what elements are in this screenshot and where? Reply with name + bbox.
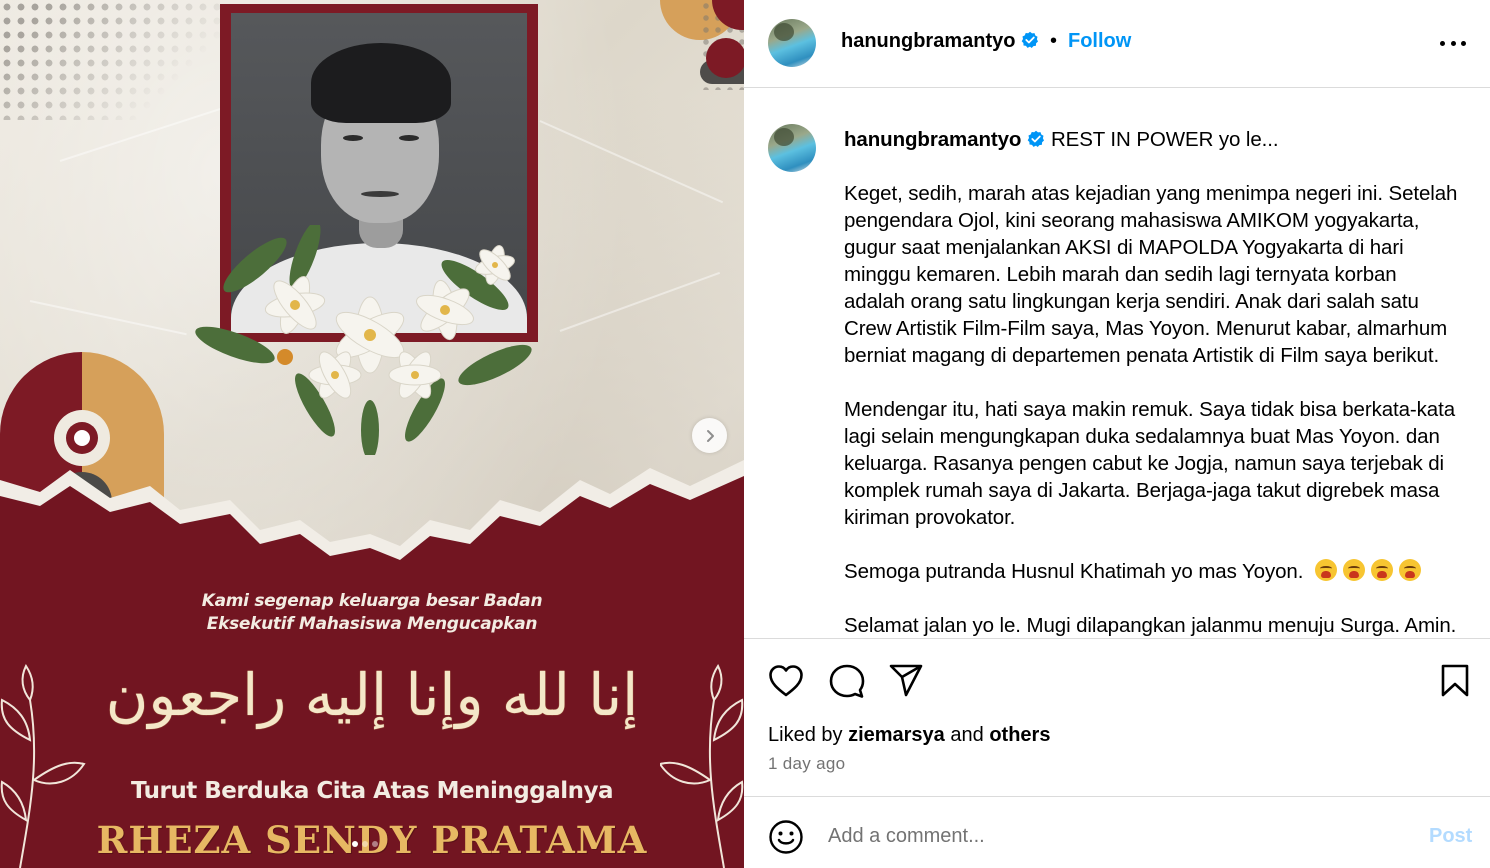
bookmark-icon — [1441, 664, 1469, 697]
header-separator: • — [1050, 30, 1058, 52]
weary-face-emoji-icon — [1398, 559, 1421, 581]
caption-text: hanungbramantyo REST IN POWER yo le... K… — [844, 126, 1484, 638]
caption-scroll-area[interactable]: hanungbramantyo REST IN POWER yo le... K… — [744, 89, 1490, 639]
comment-button[interactable] — [828, 662, 866, 700]
post-image[interactable]: Kami segenap keluarga besar Badan Ekseku… — [0, 0, 744, 868]
arabic-calligraphy: إنا لله وإنا إليه راجعون — [105, 661, 639, 729]
follow-button[interactable]: Follow — [1068, 30, 1131, 53]
post-timestamp[interactable]: 1 day ago — [768, 754, 845, 774]
post-side-panel: hanungbramantyo • Follow hanungbramantyo… — [744, 0, 1490, 868]
caption-line: kiriman provokator. — [844, 506, 1016, 529]
like-button[interactable] — [767, 662, 805, 700]
caption-paragraph-3: Semoga putranda Husnul Khatimah yo mas Y… — [844, 558, 1484, 585]
caption-line: Keget, sedih, marah atas kejadian yang m… — [844, 182, 1458, 205]
caption-line: Selamat jalan yo le. Mugi dilapangkan ja… — [844, 614, 1457, 637]
liked-by-others-link[interactable]: others — [989, 724, 1050, 746]
send-icon — [889, 664, 923, 697]
caption-paragraph-4: Selamat jalan yo le. Mugi dilapangkan ja… — [844, 612, 1484, 638]
greeting-line-1: Kami segenap keluarga besar Badan — [201, 591, 543, 611]
verified-badge-icon — [1028, 130, 1045, 147]
caption-paragraph-2: Mendengar itu, hati saya makin remuk. Sa… — [844, 396, 1484, 531]
heart-icon — [769, 665, 803, 697]
caption-line: pengendara Ojol, kini seorang mahasiswa … — [844, 209, 1420, 232]
caption-line: komplek rumah saya di Jakarta. Berjaga-j… — [844, 479, 1440, 502]
author-avatar[interactable] — [768, 19, 816, 67]
comment-icon — [829, 664, 865, 698]
verified-badge-icon — [1022, 31, 1039, 48]
white-flowers-bouquet — [195, 225, 532, 455]
condolence-text: Turut Berduka Cita Atas Meninggalnya — [130, 778, 614, 804]
halftone-dots-decoration — [0, 0, 230, 120]
likes-and: and — [950, 724, 984, 746]
author-username: hanungbramantyo — [841, 30, 1016, 52]
likes-summary[interactable]: Liked by ziemarsya and others — [768, 724, 1050, 747]
save-button[interactable] — [1436, 662, 1474, 700]
carousel-dot-active — [352, 841, 358, 847]
carousel-dot — [362, 841, 368, 847]
author-username-link[interactable]: hanungbramantyo — [841, 30, 1039, 53]
deceased-name: RHEZA SENDY PRATAMA — [96, 818, 648, 862]
post-header: hanungbramantyo • Follow — [744, 0, 1490, 88]
chevron-right-icon — [706, 429, 714, 442]
caption-line: Mendengar itu, hati saya makin remuk. Sa… — [844, 398, 1455, 421]
share-button[interactable] — [887, 662, 925, 700]
emoji-smile-icon — [769, 820, 803, 854]
caption-paragraph-1: Keget, sedih, marah atas kejadian yang m… — [844, 180, 1484, 369]
post-comment-button[interactable]: Post — [1429, 825, 1472, 848]
comment-input[interactable] — [828, 821, 1398, 851]
more-options-icon-dot — [1461, 40, 1466, 46]
caption-line: minggu kemaren. Lebih marah dan sedih la… — [844, 263, 1397, 286]
greeting-line-2: Eksekutif Mahasiswa Mengucapkan — [206, 614, 538, 634]
more-options-button[interactable] — [1438, 30, 1468, 56]
carousel-next-button[interactable] — [692, 418, 727, 453]
corner-shape-decoration — [706, 38, 744, 78]
liked-by-user-link[interactable]: ziemarsya — [848, 724, 945, 746]
comment-bar: Post — [744, 796, 1490, 868]
caption-line: gugur saat menjalankan AKSI di MAPOLDA Y… — [844, 236, 1404, 259]
greeting-text: Kami segenap keluarga besar Badan Ekseku… — [0, 590, 744, 636]
caption-author-avatar[interactable] — [768, 124, 816, 172]
caption-line: berniat magang di departemen penata Arti… — [844, 344, 1440, 367]
caption-line: Semoga putranda Husnul Khatimah yo mas Y… — [844, 560, 1304, 583]
post-actions — [744, 640, 1490, 720]
more-options-icon-dot — [1450, 40, 1456, 46]
caption-line: adalah orang satu lingkungan kerja sendi… — [844, 290, 1419, 313]
caption-line: Crew Artistik Film-Film saya, Mas Yoyon.… — [844, 317, 1448, 340]
caption-first-line: REST IN POWER yo le... — [1050, 128, 1279, 151]
carousel-dot — [372, 841, 378, 847]
carousel-indicator — [352, 841, 378, 847]
likes-prefix: Liked by — [768, 724, 843, 746]
caption-line: keluarga. Rasanya pengen cabut ke Jogja,… — [844, 452, 1444, 475]
caption-username[interactable]: hanungbramantyo — [844, 128, 1021, 151]
caption-line: lagi selain mengungkapan duka sedalamnya… — [844, 425, 1440, 448]
weary-face-emoji-icon — [1342, 559, 1365, 581]
emoji-picker-button[interactable] — [768, 819, 804, 855]
more-options-icon — [1440, 40, 1445, 46]
weary-face-emoji-icon — [1370, 559, 1393, 581]
weary-face-emoji-icon — [1314, 559, 1337, 581]
